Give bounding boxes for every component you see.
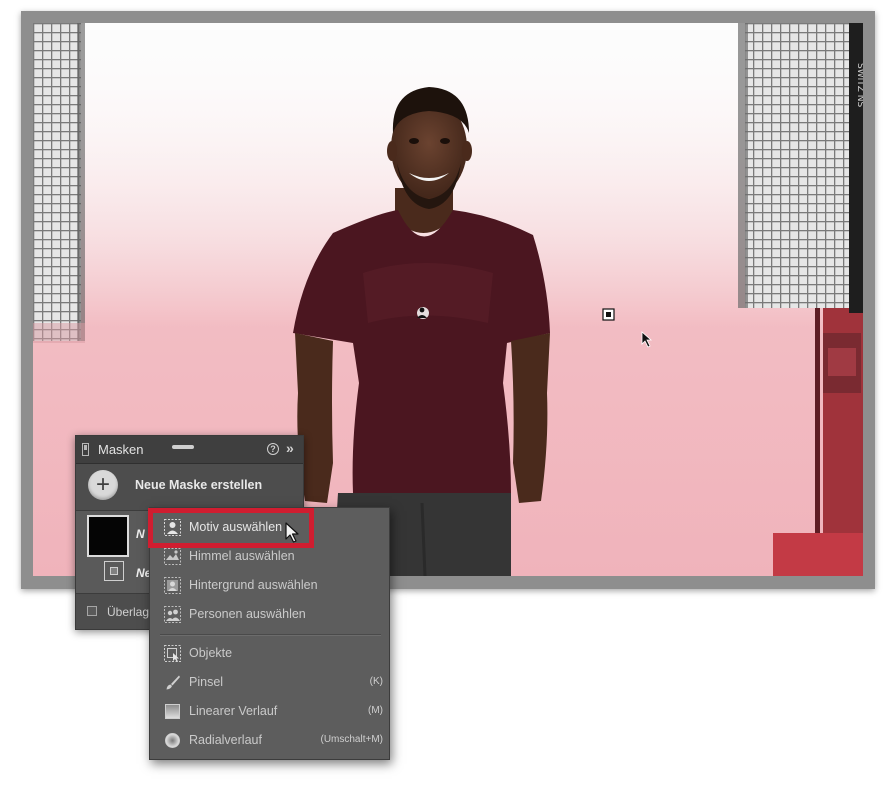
menu-label-brush: Pinsel	[189, 675, 224, 689]
plus-icon: +	[88, 470, 118, 500]
brush-icon	[166, 675, 180, 690]
menu-item-linear-gradient[interactable]: Linearer Verlauf (M)	[150, 698, 389, 724]
menu-item-select-subject[interactable]: Motiv auswählen	[150, 514, 389, 540]
menu-label-linear-gradient: Linearer Verlauf	[189, 704, 278, 718]
mask-name[interactable]: N	[136, 527, 145, 541]
menu-pointer-cursor-icon	[285, 522, 299, 543]
sky-select-icon	[164, 548, 181, 565]
submask-icon[interactable]	[104, 561, 124, 581]
overlay-label: Überlag	[107, 605, 150, 619]
menu-item-objects[interactable]: Objekte	[150, 640, 389, 666]
masks-panel-title: Masken	[98, 442, 144, 457]
menu-label-radial-gradient: Radialverlauf	[189, 733, 262, 747]
left-softbox	[33, 23, 85, 343]
shortcut-radial-gradient: (Umschalt+M)	[320, 734, 383, 745]
create-new-mask-label: Neue Maske erstellen	[135, 478, 263, 492]
menu-label-objects: Objekte	[189, 646, 233, 660]
panel-dock-icon[interactable]	[82, 443, 89, 456]
panel-drag-handle[interactable]	[172, 445, 194, 449]
person-select-icon	[164, 519, 181, 536]
background-select-icon	[164, 577, 181, 594]
masks-panel-header[interactable]: Masken ? »	[76, 436, 303, 464]
objects-icon	[164, 645, 181, 662]
expand-panel-icon[interactable]: »	[286, 440, 294, 456]
people-select-icon	[164, 606, 181, 623]
shortcut-brush: (K)	[369, 676, 383, 687]
mask-thumbnail[interactable]	[87, 515, 129, 557]
mask-pin-square-icon[interactable]	[602, 308, 615, 321]
menu-item-select-people[interactable]: Personen auswählen	[150, 601, 389, 627]
create-mask-menu: Motiv auswählen Himmel auswählen Hinterg…	[149, 507, 390, 760]
menu-item-select-sky[interactable]: Himmel auswählen	[150, 543, 389, 569]
create-new-mask-button[interactable]: + Neue Maske erstellen	[76, 464, 303, 508]
softbox-brand-text: SWITZ NS	[855, 63, 863, 108]
right-softbox: SWITZ NS	[738, 23, 863, 313]
menu-label-select-subject: Motiv auswählen	[189, 520, 283, 534]
menu-label-select-people: Personen auswählen	[189, 607, 306, 621]
mask-pin-person-icon[interactable]	[417, 307, 429, 319]
help-icon[interactable]: ?	[267, 443, 279, 455]
overlay-checkbox[interactable]	[87, 606, 97, 616]
menu-divider	[160, 634, 381, 636]
menu-label-select-sky: Himmel auswählen	[189, 549, 295, 563]
menu-item-brush[interactable]: Pinsel (K)	[150, 669, 389, 695]
menu-label-select-background: Hintergrund auswählen	[189, 578, 318, 592]
menu-item-select-background[interactable]: Hintergrund auswählen	[150, 572, 389, 598]
menu-item-radial-gradient[interactable]: Radialverlauf (Umschalt+M)	[150, 727, 389, 753]
radial-gradient-icon	[165, 733, 180, 748]
linear-gradient-icon	[165, 704, 180, 719]
shortcut-linear-gradient: (M)	[368, 705, 383, 716]
